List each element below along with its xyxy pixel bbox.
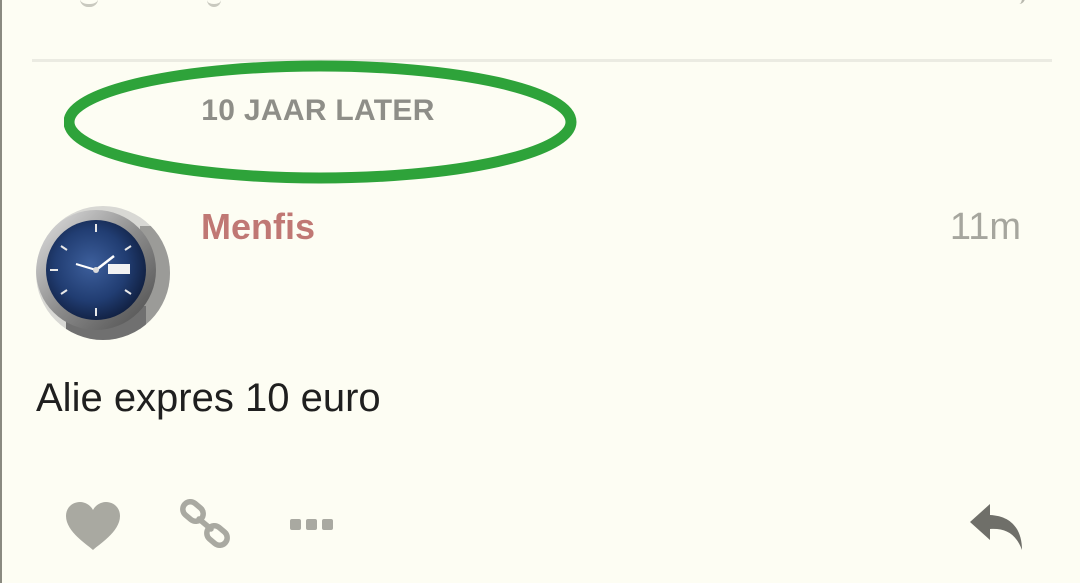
previous-post-link-icon[interactable] — [207, 0, 221, 7]
topic-post-stream: 10 JAAR LATER Menfis 11m Alie expres 10 … — [0, 0, 1080, 583]
post-username[interactable]: Menfis — [201, 206, 315, 248]
post-body-text: Alie expres 10 euro — [36, 376, 381, 420]
share-link-button[interactable] — [180, 498, 232, 550]
previous-post-controls — [2, 0, 1080, 10]
post-date[interactable]: 11m — [950, 206, 1021, 249]
heart-icon — [66, 502, 120, 550]
previous-post-like-icon[interactable] — [80, 0, 98, 7]
watch-avatar-image — [36, 206, 170, 340]
show-more-button[interactable] — [289, 517, 335, 533]
time-gap-label: 10 JAAR LATER — [201, 94, 435, 127]
link-icon — [180, 499, 230, 548]
time-gap-notice: 10 JAAR LATER — [64, 56, 580, 190]
ellipsis-icon — [290, 519, 333, 530]
previous-post-reply-icon[interactable] — [1014, 0, 1025, 4]
like-button[interactable] — [64, 500, 122, 552]
reply-button[interactable] — [968, 500, 1026, 552]
reply-icon — [970, 504, 1022, 550]
user-avatar[interactable] — [36, 206, 170, 340]
